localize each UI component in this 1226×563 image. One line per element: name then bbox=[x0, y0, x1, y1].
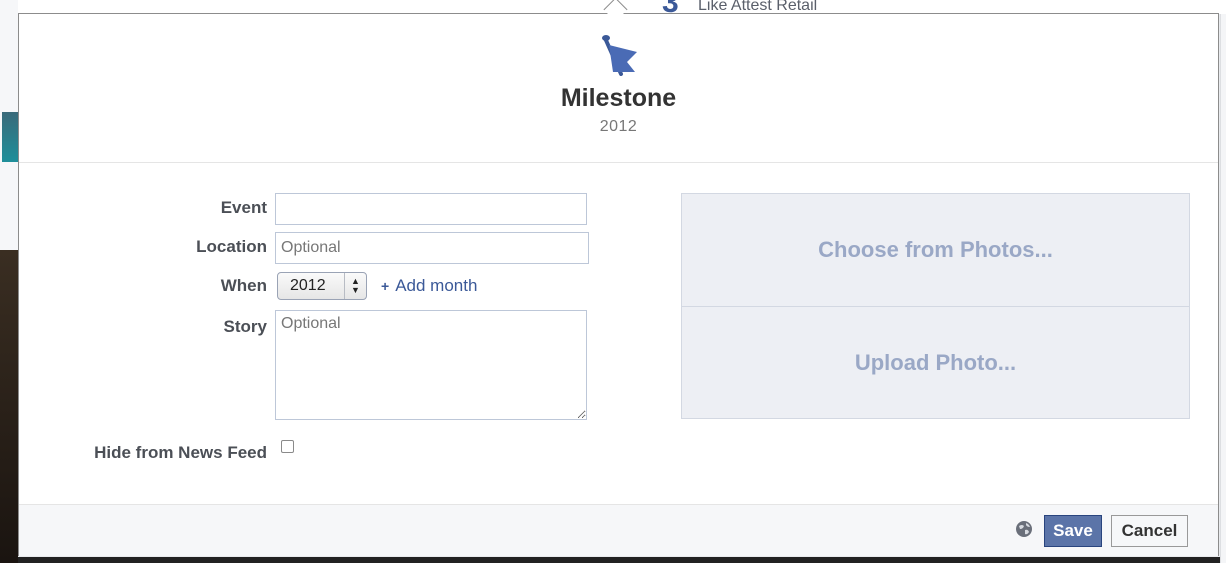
background-right-column bbox=[1220, 14, 1226, 563]
year-select-value: 2012 bbox=[290, 277, 326, 294]
background-photo bbox=[0, 250, 18, 563]
flag-icon bbox=[602, 35, 637, 76]
location-input[interactable] bbox=[275, 232, 589, 264]
add-month-label: Add month bbox=[395, 276, 478, 295]
dialog-footer: Save Cancel bbox=[19, 504, 1218, 556]
choose-from-photos-button[interactable]: Choose from Photos... bbox=[682, 194, 1189, 307]
hide-from-news-feed-label: Hide from News Feed bbox=[94, 443, 267, 462]
dialog-year: 2012 bbox=[599, 118, 638, 135]
hide-from-news-feed-checkbox[interactable] bbox=[281, 440, 294, 453]
when-label: When bbox=[220, 276, 267, 295]
event-label: Event bbox=[220, 198, 267, 217]
globe-icon[interactable] bbox=[1015, 520, 1033, 538]
year-select[interactable]: 2012 ▲ ▼ bbox=[277, 272, 367, 300]
upload-photo-button[interactable]: Upload Photo... bbox=[682, 307, 1189, 419]
background-thumbnail bbox=[2, 112, 18, 162]
background-left-column bbox=[0, 0, 18, 563]
add-month-link[interactable]: + Add month bbox=[381, 276, 477, 296]
story-label: Story bbox=[223, 317, 267, 336]
milestone-dialog: Milestone 2012 Event Location When 2012 … bbox=[18, 13, 1219, 556]
dialog-title: Milestone bbox=[560, 84, 677, 112]
save-button[interactable]: Save bbox=[1044, 515, 1102, 547]
event-input[interactable] bbox=[275, 193, 587, 225]
cancel-button[interactable]: Cancel bbox=[1111, 515, 1188, 547]
location-label: Location bbox=[196, 237, 267, 256]
plus-icon: + bbox=[381, 278, 390, 294]
background-bottom-strip bbox=[18, 557, 1220, 563]
updown-arrows-icon: ▲ ▼ bbox=[344, 273, 366, 299]
photo-panel: Choose from Photos... Upload Photo... bbox=[681, 193, 1190, 419]
story-textarea[interactable] bbox=[275, 310, 587, 420]
dialog-header: Milestone 2012 bbox=[19, 14, 1218, 163]
